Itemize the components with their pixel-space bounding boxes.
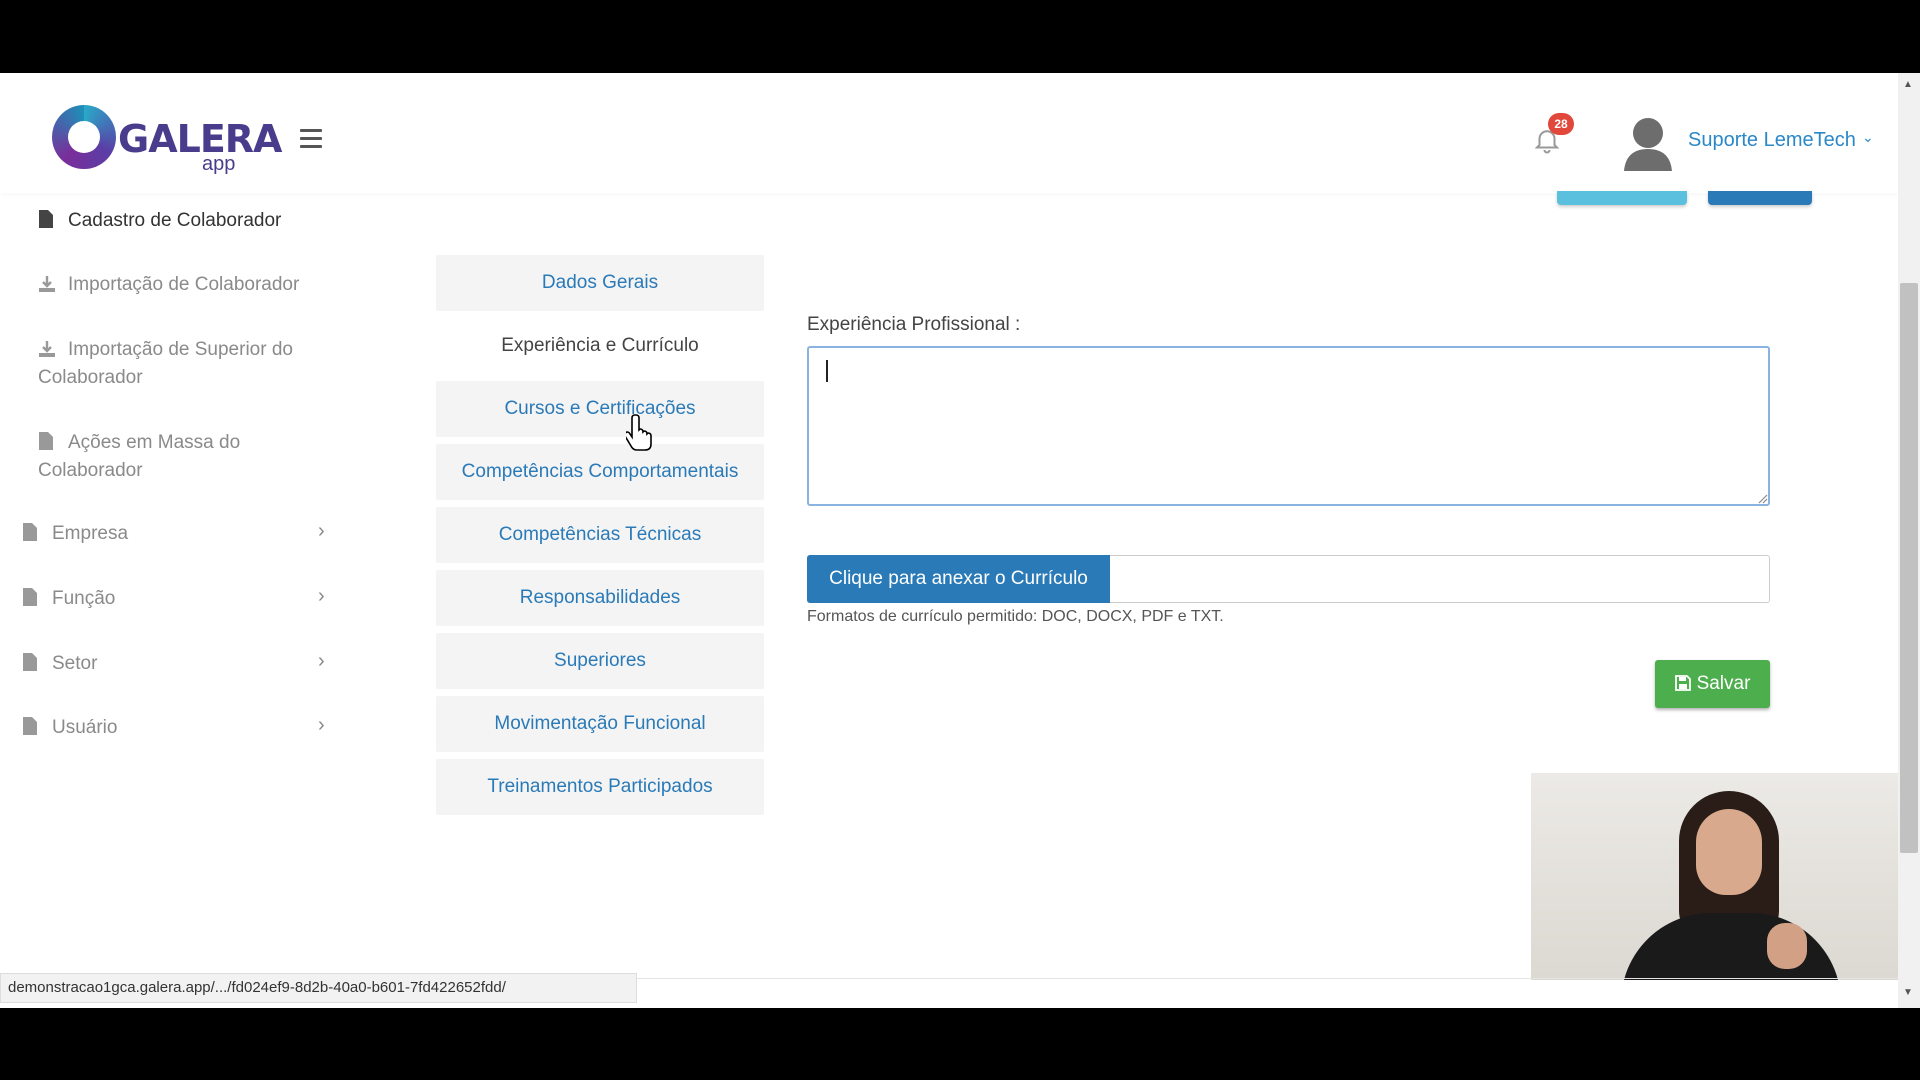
download-icon [38,339,55,359]
tab-movimentacao-funcional[interactable]: Movimentação Funcional [436,696,764,752]
sidebar-item-label: Importação de Superior do Colaborador [38,339,293,388]
sidebar-item-label: Ações em Massa do Colaborador [38,432,241,481]
formats-note: Formatos de currículo permitido: DOC, DO… [807,608,1224,625]
chevron-right-icon[interactable]: › [318,650,325,673]
logo-mark-icon [52,105,116,169]
presenter-body [1621,913,1841,980]
scroll-down-icon[interactable]: ▼ [1903,987,1913,998]
tab-competencias-tecnicas[interactable]: Competências Técnicas [436,507,764,563]
resize-grip-icon[interactable] [1756,491,1768,504]
file-icon [22,522,38,542]
menu-toggle-icon[interactable] [300,129,322,153]
save-button[interactable]: Salvar [1655,660,1770,708]
sidebar-item-label: Usuário [52,717,118,738]
file-icon [38,431,54,451]
tab-experiencia-curriculo[interactable]: Experiência e Currículo [436,318,764,374]
sidebar-item-label: Cadastro de Colaborador [68,210,282,231]
galera-logo[interactable]: GALERA app [52,105,282,175]
sidebar-item-cadastro-colaborador[interactable]: Cadastro de Colaborador [38,207,281,235]
sidebar-item-empresa[interactable]: Empresa [22,520,128,548]
attach-resume-button[interactable]: Clique para anexar o Currículo [807,555,1110,603]
sidebar-item-label: Importação de Colaborador [68,274,300,295]
sidebar-item-importacao-colaborador[interactable]: Importação de Colaborador [38,271,299,299]
sidebar-item-importacao-superior[interactable]: Importação de Superior do Colaborador [38,336,328,392]
file-icon [38,209,54,229]
avatar[interactable] [1620,113,1676,173]
user-menu-name[interactable]: Suporte LemeTech [1688,129,1856,152]
hand-pointer-icon [623,413,656,451]
top-header: GALERA app 28 Suporte LemeTech ⌄ [0,73,1898,193]
presenter-face [1696,809,1762,895]
tab-responsabilidades[interactable]: Responsabilidades [436,570,764,626]
file-icon [22,716,38,736]
file-icon [22,652,38,672]
file-icon [22,587,38,607]
tab-competencias-comportamentais[interactable]: Competências Comportamentais [436,444,764,500]
sidebar-item-label: Empresa [52,523,129,544]
sidebar-item-acoes-massa[interactable]: Ações em Massa do Colaborador [38,429,308,485]
sidebar-item-usuario[interactable]: Usuário [22,714,117,742]
webcam-overlay [1531,773,1898,980]
tab-dados-gerais[interactable]: Dados Gerais [436,255,764,311]
chevron-right-icon[interactable]: › [318,520,325,543]
text-caret [826,360,828,382]
top-action-button-1[interactable] [1557,191,1687,205]
tab-treinamentos-participados[interactable]: Treinamentos Participados [436,759,764,815]
notification-badge: 28 [1548,113,1574,135]
logo-sub: app [202,153,236,175]
browser-viewport: GALERA app 28 Suporte LemeTech ⌄ Cadastr… [0,73,1920,1008]
chevron-down-icon[interactable]: ⌄ [1862,129,1874,146]
presenter-hand [1767,923,1807,969]
scrollbar-thumb[interactable] [1900,283,1918,853]
experience-label: Experiência Profissional : [807,314,1021,335]
floppy-disk-icon [1674,662,1691,691]
sidebar-item-label: Função [52,588,116,609]
experience-textarea[interactable] [807,346,1770,506]
save-button-label: Salvar [1696,673,1751,694]
tab-cursos-certificacoes[interactable]: Cursos e Certificações [436,381,764,437]
chevron-right-icon[interactable]: › [318,585,325,608]
tab-superiores[interactable]: Superiores [436,633,764,689]
sidebar-item-funcao[interactable]: Função [22,585,115,613]
scroll-up-icon[interactable]: ▲ [1903,79,1913,90]
download-icon [38,274,55,294]
chevron-right-icon[interactable]: › [318,714,325,737]
top-action-button-2[interactable] [1708,191,1812,205]
logo-text: GALERA [118,117,282,161]
status-bar-url: demonstracao1gca.galera.app/.../fd024ef9… [0,973,637,1003]
sidebar-item-label: Setor [52,653,98,674]
sidebar-item-setor[interactable]: Setor [22,650,97,678]
